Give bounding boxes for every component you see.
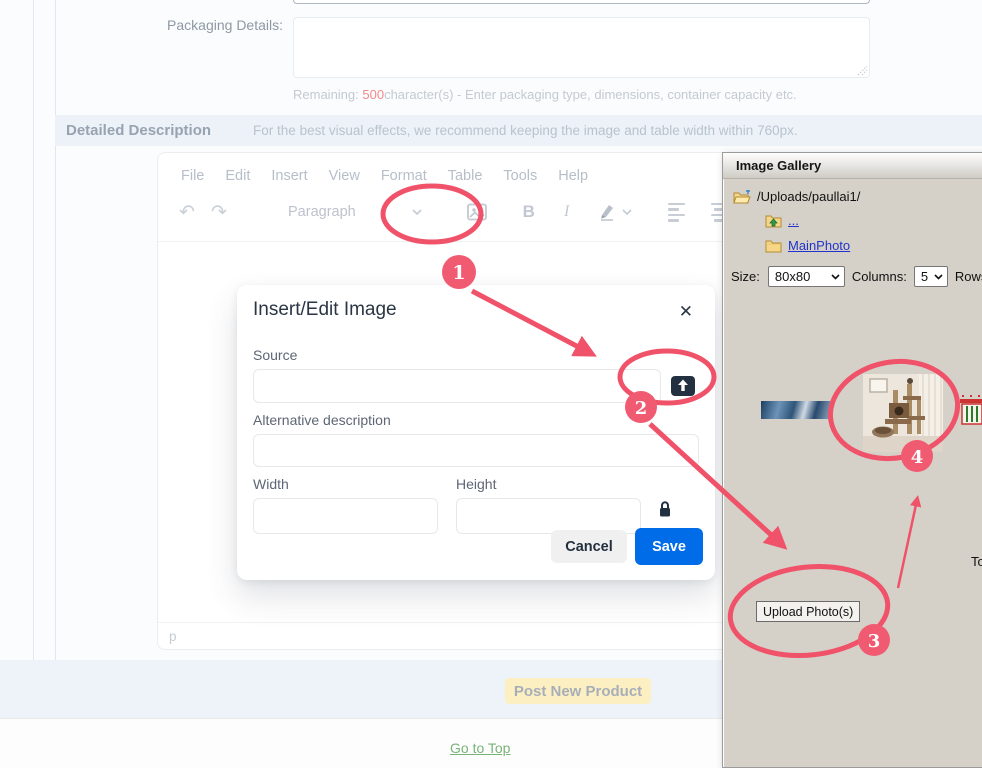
size-select[interactable]: 80x80 — [768, 266, 845, 287]
rows-label: Rows — [955, 269, 982, 284]
image-gallery-window: Image Gallery /Uploads/paullai1/ ... Mai… — [722, 152, 982, 768]
remaining-prefix: Remaining: — [293, 87, 362, 102]
folder-up-icon — [765, 214, 782, 228]
paragraph-style-dropdown[interactable]: Paragraph — [288, 204, 422, 220]
menu-insert[interactable]: Insert — [271, 168, 307, 184]
bold-button[interactable]: B — [514, 197, 544, 227]
total-label-partial: To — [971, 554, 982, 569]
text-color-dropdown[interactable] — [598, 203, 632, 221]
size-label: Size: — [731, 269, 760, 284]
previous-field-partial[interactable] — [293, 0, 870, 4]
upload-photos-button[interactable]: Upload Photo(s) — [756, 601, 860, 622]
cancel-button[interactable]: Cancel — [551, 530, 627, 563]
alt-description-input[interactable] — [253, 434, 699, 467]
browse-files-button[interactable] — [667, 371, 699, 401]
dialog-body: Source Alternative description Width — [237, 347, 715, 534]
dialog-header: Insert/Edit Image ✕ — [237, 285, 715, 324]
chevron-down-icon — [622, 209, 632, 215]
save-button[interactable]: Save — [635, 528, 703, 565]
columns-select[interactable]: 5 — [914, 266, 948, 287]
menu-tools[interactable]: Tools — [503, 168, 537, 184]
packaging-details-textarea[interactable] — [293, 17, 870, 78]
menu-help[interactable]: Help — [558, 168, 588, 184]
packaging-details-label: Packaging Details: — [0, 17, 283, 33]
page-guide-line — [33, 0, 34, 660]
redo-icon[interactable]: ↷ — [204, 197, 234, 227]
close-icon[interactable]: ✕ — [673, 299, 699, 324]
upload-box-icon — [669, 373, 697, 399]
open-folder-icon — [733, 190, 751, 204]
source-input[interactable] — [253, 369, 661, 403]
columns-label: Columns: — [852, 269, 907, 284]
insert-image-button[interactable] — [462, 197, 492, 227]
folder-icon — [765, 239, 782, 253]
dialog-title: Insert/Edit Image — [253, 299, 397, 321]
undo-icon[interactable]: ↶ — [172, 197, 202, 227]
gallery-titlebar[interactable]: Image Gallery — [723, 153, 982, 179]
page: Packaging Details: Remaining: 500charact… — [0, 0, 982, 768]
chevron-down-icon — [831, 274, 840, 280]
remaining-count: 500 — [362, 87, 384, 102]
italic-button[interactable]: I — [552, 197, 582, 227]
paragraph-label: Paragraph — [288, 204, 356, 220]
source-row — [253, 369, 699, 403]
width-input[interactable] — [253, 498, 438, 534]
remaining-suffix: character(s) - Enter packaging type, dim… — [384, 87, 797, 102]
post-new-product-button[interactable]: Post New Product — [505, 678, 651, 704]
gallery-path-text: /Uploads/paullai1/ — [757, 189, 860, 204]
gallery-title: Image Gallery — [736, 158, 821, 173]
element-path[interactable]: p — [169, 629, 177, 644]
delete-photo-icon[interactable] — [959, 394, 982, 426]
image-icon — [467, 203, 487, 221]
packaging-remaining-hint: Remaining: 500character(s) - Enter packa… — [293, 87, 797, 102]
page-guide-line — [55, 0, 56, 660]
gallery-up-link[interactable]: ... — [788, 213, 799, 228]
pen-icon — [598, 203, 616, 221]
gallery-current-path: /Uploads/paullai1/ — [733, 189, 860, 204]
gallery-folder-row: MainPhoto — [765, 238, 850, 253]
section-title: Detailed Description — [66, 122, 211, 139]
dimensions-row: Width Height — [253, 476, 699, 534]
gallery-up-row: ... — [765, 213, 799, 228]
insert-edit-image-dialog: Insert/Edit Image ✕ Source Alternative d… — [237, 285, 715, 580]
gallery-thumbnail-cat-tree[interactable] — [863, 374, 943, 452]
chevron-down-icon — [934, 274, 943, 280]
columns-value: 5 — [921, 269, 928, 284]
alt-description-label: Alternative description — [253, 412, 699, 428]
go-to-top-link[interactable]: Go to Top — [450, 740, 510, 756]
align-left-icon[interactable] — [668, 203, 696, 222]
gallery-size-row: Size: 80x80 Columns: 5 Rows — [731, 266, 982, 287]
menu-table[interactable]: Table — [448, 168, 483, 184]
chevron-down-icon — [412, 209, 422, 215]
menu-edit[interactable]: Edit — [225, 168, 250, 184]
section-hint: For the best visual effects, we recommen… — [253, 123, 798, 138]
detailed-description-section: Detailed Description For the best visual… — [55, 115, 982, 146]
height-label: Height — [456, 476, 641, 492]
gallery-thumbnail-1[interactable] — [761, 401, 833, 419]
lock-icon — [658, 500, 672, 518]
size-value: 80x80 — [775, 269, 810, 284]
menu-view[interactable]: View — [329, 168, 360, 184]
menu-file[interactable]: File — [181, 168, 204, 184]
gallery-mainphoto-link[interactable]: MainPhoto — [788, 238, 850, 253]
width-label: Width — [253, 476, 438, 492]
menu-format[interactable]: Format — [381, 168, 427, 184]
source-label: Source — [253, 347, 699, 363]
dialog-footer: Cancel Save — [551, 528, 703, 565]
